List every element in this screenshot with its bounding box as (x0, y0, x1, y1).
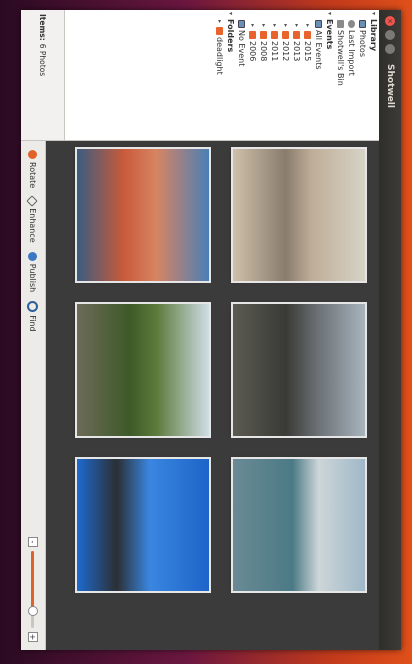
publish-button[interactable]: Publish (28, 251, 37, 293)
sidebar-item-label: deadlight (215, 37, 224, 75)
expander-icon[interactable]: ▸ (258, 24, 269, 31)
photo-thumbnail[interactable] (77, 459, 209, 591)
sidebar-item-label: Last Import (347, 30, 356, 76)
sidebar-item-folder-deadlight[interactable]: ▸ deadlight (214, 10, 225, 140)
status-value: 6 Photos (38, 43, 47, 77)
sidebar-item-all-events[interactable]: All Events (313, 10, 324, 140)
rotate-button[interactable]: Rotate (28, 150, 37, 188)
expander-icon[interactable]: ▾ (324, 12, 335, 19)
sidebar-item-no-event[interactable]: No Event (236, 10, 247, 140)
zoom-in-button[interactable]: + (28, 632, 38, 642)
sidebar-item-label: Photos (358, 30, 367, 57)
sidebar-item-photos[interactable]: Photos (357, 10, 368, 140)
folder-icon (249, 31, 256, 39)
expander-icon[interactable]: ▸ (280, 24, 291, 31)
sidebar: ▾ Library Photos Last Import Shotwell's … (21, 10, 379, 141)
sidebar-item-label: 2015 (303, 41, 312, 62)
status-label: Items: (38, 14, 47, 41)
sidebar-section-label: Folders (226, 19, 235, 53)
enhance-button[interactable]: Enhance (26, 195, 39, 243)
expander-icon[interactable]: ▾ (225, 12, 236, 19)
zoom-slider[interactable] (28, 551, 39, 628)
folder-icon (260, 31, 267, 39)
sidebar-section-label: Events (325, 19, 334, 50)
publish-icon (28, 251, 37, 261)
sidebar-item-event-2012[interactable]: ▸ 2012 (280, 10, 291, 140)
expander-icon[interactable]: ▸ (269, 24, 280, 31)
photo-thumbnail[interactable] (77, 304, 209, 436)
maximize-icon[interactable] (385, 44, 395, 54)
sidebar-item-bin[interactable]: Shotwell's Bin (335, 10, 346, 140)
sidebar-item-label: 2012 (281, 41, 290, 62)
expander-icon[interactable]: ▸ (302, 24, 313, 31)
search-icon (27, 301, 38, 313)
publish-label: Publish (28, 263, 37, 293)
enhance-label: Enhance (28, 208, 37, 243)
expander-icon[interactable]: ▸ (247, 24, 258, 31)
photo-thumbnail[interactable] (77, 149, 209, 281)
clock-icon (348, 20, 355, 28)
close-icon[interactable]: × (385, 16, 395, 26)
photos-icon (359, 20, 366, 28)
title-bar: × Shotwell (379, 10, 401, 650)
wand-icon (26, 195, 39, 207)
sidebar-item-last-import[interactable]: Last Import (346, 10, 357, 140)
minimize-icon[interactable] (385, 30, 395, 40)
sidebar-item-label: 2006 (248, 41, 257, 62)
sidebar-item-label: 2011 (270, 41, 279, 62)
sidebar-item-event-2008[interactable]: ▸ 2008 (258, 10, 269, 140)
photo-thumbnail[interactable] (233, 149, 365, 281)
folder-icon (216, 27, 223, 35)
sidebar-item-label: 2008 (259, 41, 268, 62)
zoom-slider-handle[interactable] (28, 606, 39, 617)
photo-thumbnail[interactable] (233, 459, 365, 591)
sidebar-item-label: Shotwell's Bin (336, 30, 345, 86)
rotate-label: Rotate (28, 162, 37, 189)
zoom-slider-fill (31, 551, 35, 612)
events-icon (315, 20, 322, 28)
sidebar-section-events[interactable]: ▾ Events (324, 10, 335, 140)
rotate-icon (28, 150, 37, 159)
sidebar-section-library[interactable]: ▾ Library (368, 10, 379, 140)
zoom-control: - + (26, 537, 40, 642)
find-button[interactable]: Find (27, 301, 38, 332)
zoom-out-button[interactable]: - (28, 537, 38, 547)
expander-icon[interactable]: ▸ (291, 24, 302, 31)
folder-icon (304, 31, 311, 39)
expander-icon[interactable]: ▸ (214, 20, 225, 27)
window-title: Shotwell (385, 64, 395, 108)
sidebar-section-label: Library (369, 19, 378, 52)
trash-icon (337, 20, 344, 28)
sidebar-item-event-2013[interactable]: ▸ 2013 (291, 10, 302, 140)
no-event-icon (238, 20, 245, 28)
photo-thumbnail[interactable] (233, 304, 365, 436)
toolbar: Rotate Enhance Publish Find - + (21, 141, 46, 650)
sidebar-item-event-2011[interactable]: ▸ 2011 (269, 10, 280, 140)
folder-icon (271, 31, 278, 39)
sidebar-section-folders[interactable]: ▾ Folders (225, 10, 236, 140)
sidebar-item-event-2015[interactable]: ▸ 2015 (302, 10, 313, 140)
shotwell-window: × Shotwell ▾ Library Photos Last Import … (21, 10, 401, 650)
photo-grid (46, 141, 379, 650)
sidebar-item-label: 2013 (292, 41, 301, 62)
status-bar: Items: 6 Photos (21, 10, 65, 140)
find-label: Find (28, 315, 37, 332)
sidebar-item-event-2006[interactable]: ▸ 2006 (247, 10, 258, 140)
folder-icon (282, 31, 289, 39)
sidebar-item-label: No Event (237, 30, 246, 67)
expander-icon[interactable]: ▾ (368, 12, 379, 19)
sidebar-item-label: All Events (314, 30, 323, 70)
folder-icon (293, 31, 300, 39)
